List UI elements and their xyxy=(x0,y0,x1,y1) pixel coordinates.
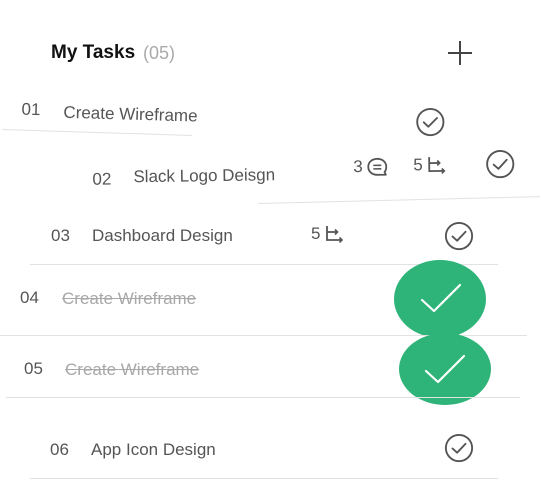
task-number: 06 xyxy=(50,440,69,459)
comment-icon xyxy=(367,157,388,176)
check-mark-icon xyxy=(420,283,462,313)
check-circle-icon[interactable] xyxy=(485,149,515,179)
task-number: 01 xyxy=(21,99,41,120)
subtask-count: 5 xyxy=(413,155,447,175)
task-number: 05 xyxy=(24,359,43,378)
subtask-icon xyxy=(428,157,446,174)
check-filled-icon[interactable] xyxy=(394,260,486,338)
task-title: Create Wireframe xyxy=(62,289,197,308)
check-circle-icon[interactable] xyxy=(444,433,474,463)
check-filled-icon[interactable] xyxy=(399,333,491,405)
comment-count: 3 xyxy=(353,157,389,177)
task-count: (05) xyxy=(143,43,176,63)
check-circle-icon[interactable] xyxy=(415,107,446,138)
divider xyxy=(258,196,540,204)
subtask-count-value: 5 xyxy=(311,224,321,243)
subtask-count: 5 xyxy=(311,224,344,244)
task-title: Create Wireframe xyxy=(65,360,200,379)
divider xyxy=(6,397,520,398)
task-number: 03 xyxy=(51,226,70,245)
task-row-04[interactable]: 04 Create Wireframe xyxy=(0,260,541,338)
task-row-03[interactable]: 03 Dashboard Design 5 xyxy=(0,214,541,264)
task-row-02[interactable]: 02 Slack Logo Deisgn 3 5 xyxy=(78,144,539,198)
page-title: My Tasks xyxy=(51,42,136,63)
task-title: Create Wireframe xyxy=(63,102,198,126)
task-row-06[interactable]: 06 App Icon Design xyxy=(0,428,541,478)
divider xyxy=(30,478,498,479)
subtask-icon xyxy=(326,226,344,243)
task-title: Dashboard Design xyxy=(92,226,233,245)
task-number: 04 xyxy=(20,288,39,307)
task-title: App Icon Design xyxy=(91,440,216,459)
task-number: 02 xyxy=(92,169,112,189)
task-title: Slack Logo Deisgn xyxy=(133,165,276,187)
check-circle-icon[interactable] xyxy=(444,221,474,251)
subtask-count-value: 5 xyxy=(413,155,423,175)
comment-count-value: 3 xyxy=(353,157,363,177)
check-mark-icon xyxy=(424,354,466,384)
plus-icon[interactable] xyxy=(446,39,474,67)
task-row-05[interactable]: 05 Create Wireframe xyxy=(0,333,541,405)
